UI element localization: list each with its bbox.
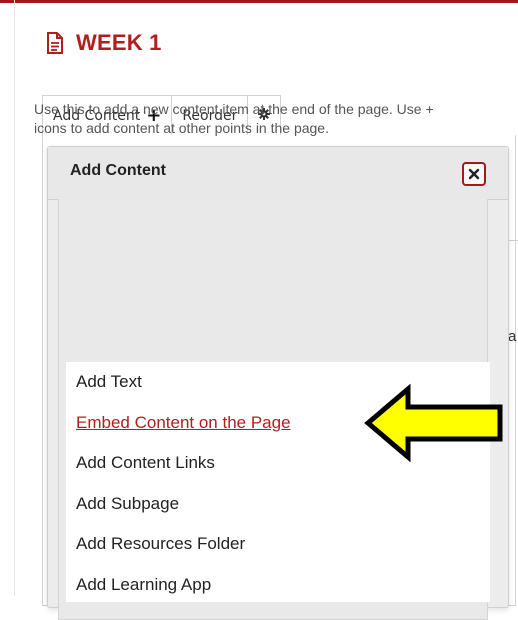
page-title-text: WEEK 1: [76, 30, 162, 55]
dialog-title: Add Content: [70, 162, 166, 179]
dialog-header: Add Content: [48, 147, 508, 200]
highlight-arrow-icon: [364, 383, 514, 468]
dialog-description: Use this to add a new content item at th…: [34, 101, 434, 136]
document-icon: [46, 32, 64, 54]
background-text-fragment: a: [508, 328, 517, 345]
menu-item-add-subpage[interactable]: Add Subpage: [66, 484, 490, 525]
menu-item-add-resources-folder[interactable]: Add Resources Folder: [66, 524, 490, 565]
close-button[interactable]: [462, 162, 486, 186]
page-title: WEEK 1: [46, 26, 162, 60]
top-border: [0, 0, 518, 3]
left-divider: [14, 0, 15, 596]
close-icon: [468, 168, 480, 180]
menu-item-add-learning-app[interactable]: Add Learning App: [66, 565, 490, 606]
